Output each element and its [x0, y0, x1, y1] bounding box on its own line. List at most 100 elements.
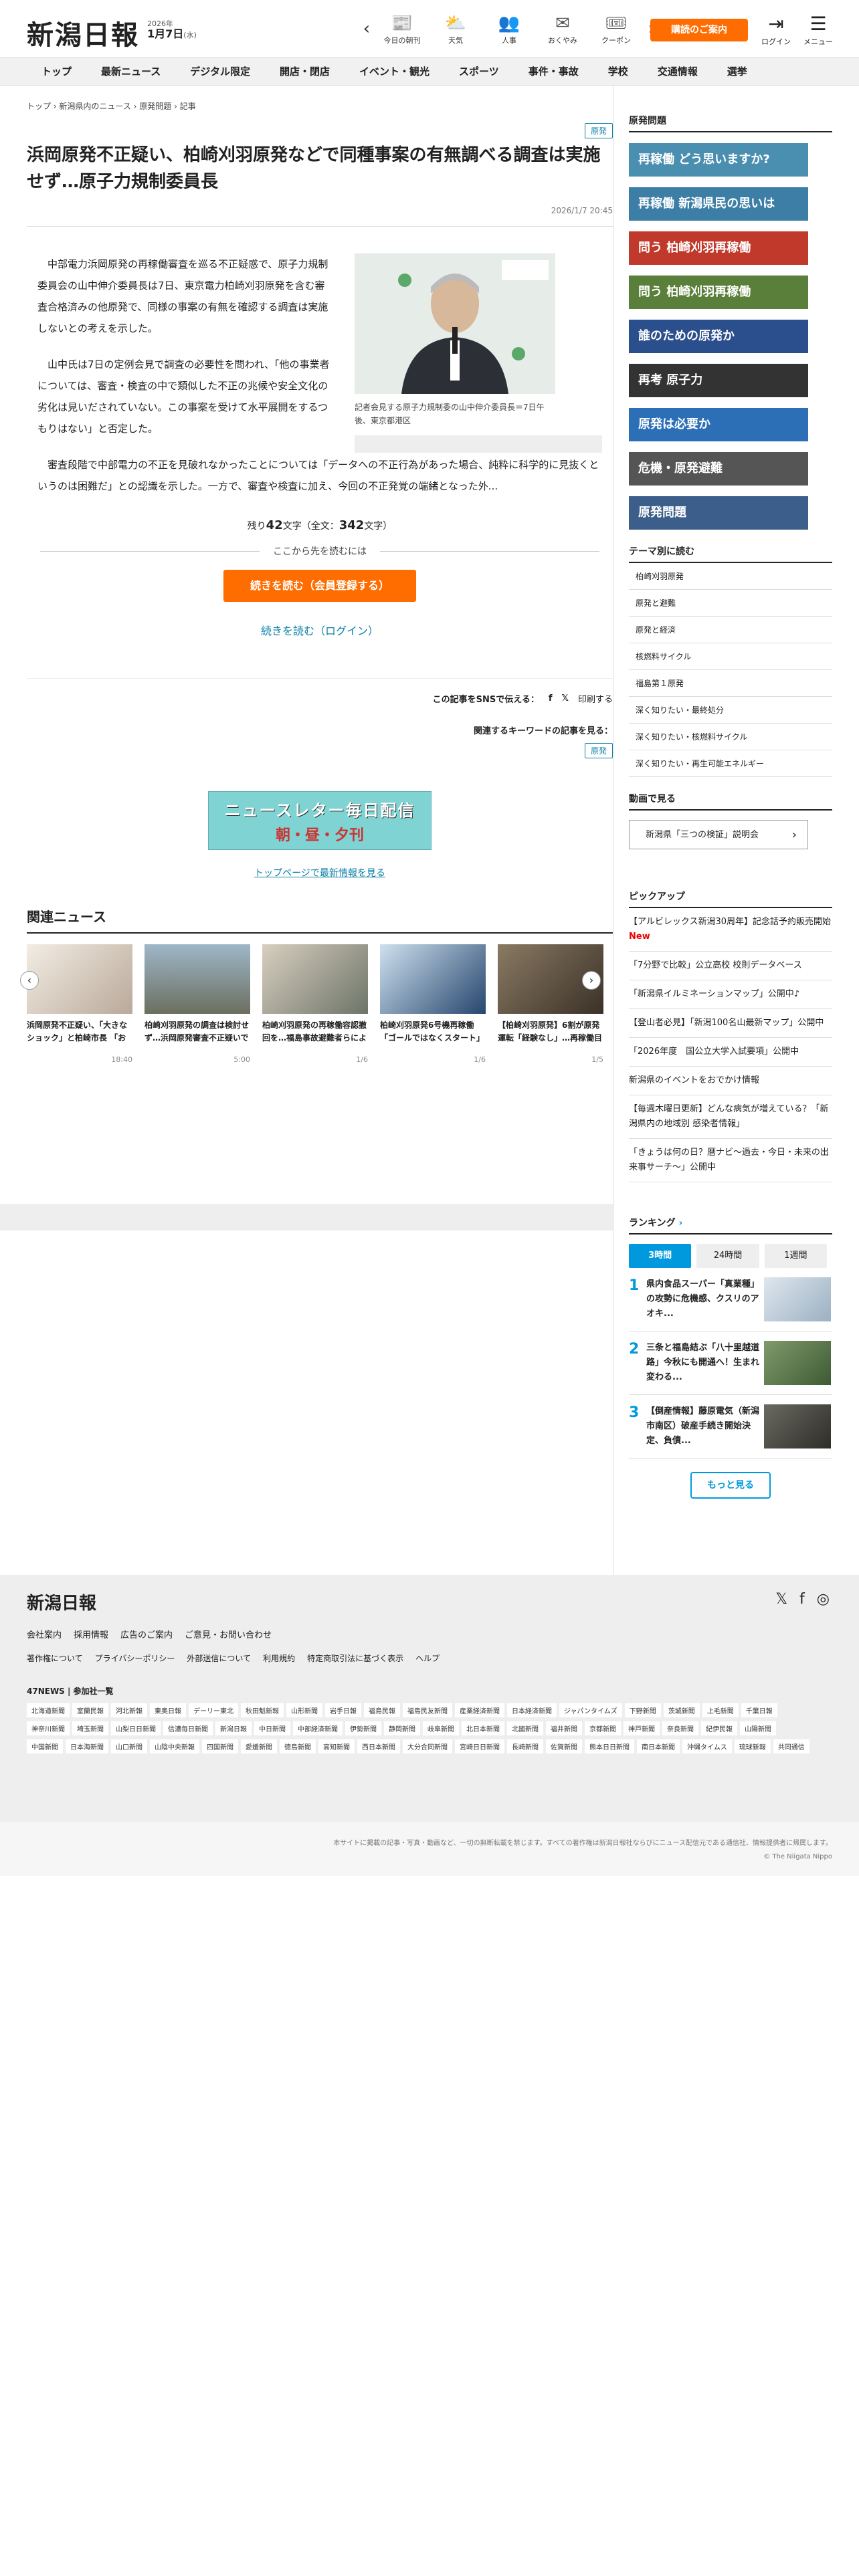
paper-link[interactable]: 福島民友新聞 — [403, 1703, 452, 1717]
nav-item-incidents[interactable]: 事件・事故 — [514, 58, 593, 85]
paper-link[interactable]: 神奈川新聞 — [27, 1721, 70, 1735]
pickup-item[interactable]: 新潟県のイベントをおでかけ情報 — [629, 1067, 832, 1095]
theme-item[interactable]: 柏崎刈羽原発 — [629, 563, 832, 590]
paper-link[interactable]: 産業経済新聞 — [455, 1703, 504, 1717]
footer-link[interactable]: 特定商取引法に基づく表示 — [307, 1652, 403, 1664]
tab-3h[interactable]: 3時間 — [629, 1244, 692, 1268]
sidebar-banner[interactable]: 再考 原子力 — [629, 364, 808, 397]
nav-item-school[interactable]: 学校 — [593, 58, 643, 85]
login-button[interactable]: ⇥ ログイン — [761, 12, 791, 47]
paper-link[interactable]: 岐阜新聞 — [423, 1721, 459, 1735]
sidebar-banner[interactable]: 原発問題 — [629, 496, 808, 530]
carousel-next-icon[interactable]: › — [582, 971, 601, 990]
paper-link[interactable]: 岩手日報 — [325, 1703, 361, 1717]
paper-link[interactable]: 南日本新聞 — [637, 1739, 680, 1753]
paper-link[interactable]: デーリー東北 — [189, 1703, 238, 1717]
ranking-item[interactable]: 1 県内食品スーパー「真業種」の攻勢に危機感、クスリのアオキ... — [629, 1268, 832, 1331]
obituary-link[interactable]: ✉ おくやみ — [536, 12, 589, 45]
paper-link[interactable]: 大分合同新聞 — [403, 1739, 452, 1753]
x-icon[interactable]: 𝕏 — [562, 693, 569, 704]
theme-item[interactable]: 深く知りたい・再生可能エネルギー — [629, 750, 832, 777]
footer-link[interactable]: 広告のご案内 — [120, 1628, 173, 1640]
sidebar-banner[interactable]: 誰のための原発か — [629, 320, 808, 353]
sidebar-banner[interactable]: 問う 柏崎刈羽再稼働 — [629, 276, 808, 309]
sidebar-banner[interactable]: 危機・原発避難 — [629, 452, 808, 486]
related-card[interactable]: 浜岡原発不正疑い、「大きなショック」と柏崎市長 「おごり抜け... 18:40 — [27, 944, 132, 1064]
related-card[interactable]: 柏崎刈羽原発6号機再稼働「ゴールではなくスタート」東電の小早... 1/6 — [380, 944, 486, 1064]
paper-link[interactable]: 北海道新聞 — [27, 1703, 70, 1717]
theme-item[interactable]: 深く知りたい・最終処分 — [629, 697, 832, 724]
paper-link[interactable]: 徳島新聞 — [280, 1739, 316, 1753]
newsletter-banner[interactable]: ニュースレター毎日配信 朝・昼・夕刊 — [208, 791, 432, 850]
sidebar-banner[interactable]: 再稼働 どう思いますか? — [629, 143, 808, 177]
pickup-item[interactable]: 【毎週木曜日更新】どんな病気が増えている？「新潟県内の地域別 感染者情報」 — [629, 1095, 832, 1139]
nav-item-latest[interactable]: 最新ニュース — [86, 58, 175, 85]
tab-24h[interactable]: 24時間 — [696, 1244, 759, 1268]
facebook-icon[interactable]: f — [549, 693, 553, 704]
paper-link[interactable]: 新潟日報 — [215, 1721, 252, 1735]
theme-item[interactable]: 原発と避難 — [629, 590, 832, 617]
paper-link[interactable]: 山形新聞 — [286, 1703, 322, 1717]
paper-link[interactable]: 山陽新聞 — [740, 1721, 776, 1735]
paper-link[interactable]: 茨城新聞 — [663, 1703, 700, 1717]
paper-link[interactable]: 佐賀新聞 — [546, 1739, 582, 1753]
paper-link[interactable]: 千葉日報 — [741, 1703, 777, 1717]
carousel-prev-icon[interactable]: ‹ — [20, 971, 39, 990]
paper-link[interactable]: 紀伊民報 — [701, 1721, 737, 1735]
nav-item-election[interactable]: 選挙 — [712, 58, 762, 85]
sidebar-banner[interactable]: 原発は必要か — [629, 408, 808, 441]
footer-link[interactable]: ご意見・お問い合わせ — [185, 1628, 272, 1640]
paper-link[interactable]: 中国新聞 — [27, 1739, 63, 1753]
theme-item[interactable]: 深く知りたい・核燃料サイクル — [629, 724, 832, 750]
site-logo[interactable]: 新潟日報 — [27, 13, 139, 52]
weather-link[interactable]: ⛅ 天気 — [429, 12, 482, 45]
paper-link[interactable]: ジャパンタイムズ — [559, 1703, 622, 1717]
press-conference-photo[interactable] — [355, 253, 555, 394]
theme-item[interactable]: 原発と経済 — [629, 617, 832, 643]
print-link[interactable]: 印刷する — [578, 692, 613, 705]
video-button[interactable]: 新潟県「三つの検証」説明会 — [629, 820, 808, 850]
login-link[interactable]: 続きを読む（ログイン） — [27, 622, 613, 638]
footer-link[interactable]: 会社案内 — [27, 1628, 62, 1640]
sidebar-heading-ranking[interactable]: ランキング › — [629, 1216, 832, 1235]
nav-item-digital[interactable]: デジタル限定 — [175, 58, 265, 85]
theme-item[interactable]: 核燃料サイクル — [629, 643, 832, 670]
paper-link[interactable]: 神戸新聞 — [624, 1721, 660, 1735]
pickup-item[interactable]: 「2026年度 国公立大学入試要項」公開中 — [629, 1038, 832, 1067]
related-card[interactable]: 柏崎刈羽原発の再稼働容認撤回を…福島事故避難者らによる集団訴... 1/6 — [262, 944, 368, 1064]
ranking-item[interactable]: 3 【倒産情報】藤原電気（新潟市南区）破産手続き開始決定、負債... — [629, 1395, 832, 1459]
theme-item[interactable]: 福島第１原発 — [629, 670, 832, 697]
article-tag[interactable]: 原発 — [584, 123, 613, 138]
footer-logo[interactable]: 新潟日報 — [27, 1590, 832, 1614]
paper-link[interactable]: 沖縄タイムス — [682, 1739, 732, 1753]
paper-link[interactable]: 静岡新聞 — [384, 1721, 420, 1735]
related-card[interactable]: 柏崎刈羽原発の調査は検討せず…浜岡原発審査不正疑いで規制庁が... 5:00 — [145, 944, 250, 1064]
keyword-tag[interactable]: 原発 — [584, 743, 613, 758]
facebook-icon[interactable]: f — [799, 1591, 805, 1608]
paper-link[interactable]: 奈良新聞 — [662, 1721, 698, 1735]
paper-link[interactable]: 北日本新聞 — [462, 1721, 504, 1735]
paper-link[interactable]: 下野新聞 — [624, 1703, 661, 1717]
paper-link[interactable]: 宮崎日日新聞 — [455, 1739, 504, 1753]
paper-link[interactable]: 京都新聞 — [585, 1721, 621, 1735]
paper-link[interactable]: 琉球新報 — [734, 1739, 771, 1753]
footer-link[interactable]: 採用情報 — [74, 1628, 108, 1640]
paper-link[interactable]: 日本海新聞 — [66, 1739, 108, 1753]
footer-link[interactable]: プライバシーポリシー — [95, 1652, 175, 1664]
pickup-item[interactable]: 「きょうは何の日？暦ナビ～過去・今日・未来の出来事サーチ～」公開中 — [629, 1139, 832, 1182]
paper-link[interactable]: 熊本日日新聞 — [585, 1739, 634, 1753]
nav-item-sports[interactable]: スポーツ — [444, 58, 514, 85]
pickup-item[interactable]: 「新潟県イルミネーションマップ」公開中♪ — [629, 980, 832, 1009]
paper-link[interactable]: 東奥日報 — [150, 1703, 186, 1717]
paper-link[interactable]: 室蘭民報 — [72, 1703, 108, 1717]
more-button[interactable]: もっと見る — [690, 1472, 771, 1499]
nav-item-traffic[interactable]: 交通情報 — [643, 58, 712, 85]
footer-link[interactable]: 著作権について — [27, 1652, 83, 1664]
paper-link[interactable]: 長崎新聞 — [507, 1739, 543, 1753]
paper-link[interactable]: 伊勢新聞 — [345, 1721, 381, 1735]
pickup-item[interactable]: 【登山者必見】「新潟100名山最新マップ」公開中 — [629, 1009, 832, 1038]
paper-link[interactable]: 河北新報 — [111, 1703, 147, 1717]
footer-link[interactable]: 利用規約 — [263, 1652, 295, 1664]
paper-link[interactable]: 山口新聞 — [111, 1739, 147, 1753]
paper-link[interactable]: 日本経済新聞 — [507, 1703, 557, 1717]
